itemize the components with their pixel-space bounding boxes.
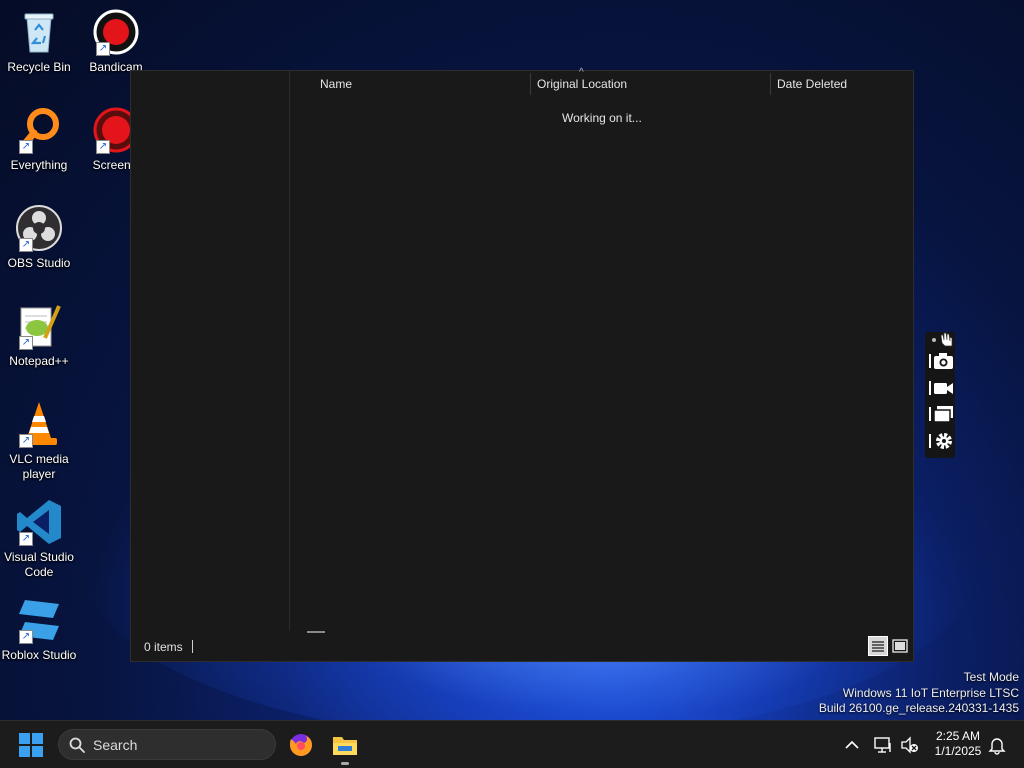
clock-date: 1/1/2025	[934, 744, 982, 758]
shortcut-arrow-icon: ↗	[19, 238, 33, 252]
clock-time: 2:25 AM	[935, 729, 981, 743]
gear-icon	[929, 433, 952, 449]
test-mode-watermark: Test Mode Windows 11 IoT Enterprise LTSC…	[819, 670, 1019, 717]
hand-grab-icon	[932, 332, 953, 347]
obs-studio-icon: ↗	[15, 204, 63, 252]
column-header-name[interactable]: Name	[314, 71, 530, 97]
screenshot-button[interactable]	[928, 350, 954, 372]
bell-icon	[988, 738, 1006, 755]
windows-stack-icon	[929, 406, 953, 423]
watermark-build: Build 26100.ge_release.240331-1435	[818, 701, 1019, 715]
desktop-icon-everything[interactable]: ↗ Everything	[0, 106, 78, 173]
windows-logo-icon	[19, 733, 43, 757]
shortcut-arrow-icon: ↗	[96, 42, 110, 56]
shortcut-arrow-icon: ↗	[19, 140, 33, 154]
column-header-date-deleted[interactable]: Date Deleted	[771, 71, 911, 97]
shortcut-arrow-icon: ↗	[19, 434, 33, 448]
chevron-up-icon	[845, 740, 859, 749]
desktop-icon-roblox-studio[interactable]: ↗ Roblox Studio	[0, 596, 78, 663]
column-headers: ^ Name Original Location Date Deleted	[290, 67, 913, 97]
item-count: 0 items	[144, 640, 183, 654]
camera-icon	[929, 353, 953, 369]
capture-toolbar	[925, 332, 955, 458]
start-button[interactable]	[18, 732, 44, 758]
navigation-pane[interactable]	[131, 71, 290, 631]
desktop-icon-label: Visual Studio Code	[4, 550, 74, 579]
firefox-icon	[290, 734, 312, 756]
watermark-test-mode: Test Mode	[963, 670, 1019, 684]
roblox-studio-icon: ↗	[15, 596, 63, 644]
desktop-icon-vscode[interactable]: ↗ Visual Studio Code	[0, 498, 78, 580]
loading-message: Working on it...	[562, 111, 642, 125]
vlc-cone-icon: ↗	[15, 400, 63, 448]
desktop-icon-notepad-plus-plus[interactable]: ↗ Notepad++	[0, 302, 78, 369]
taskbar-search-box[interactable]: Search	[58, 729, 276, 760]
notifications-button[interactable]	[987, 735, 1007, 755]
video-camera-icon	[929, 381, 953, 395]
bandicam-icon: ↗	[92, 8, 140, 56]
everything-search-icon: ↗	[15, 106, 63, 154]
desktop-icon-vlc[interactable]: ↗ VLC media player	[0, 400, 78, 482]
speaker-muted-icon	[901, 736, 918, 754]
taskbar-file-explorer[interactable]	[332, 732, 358, 758]
search-icon	[69, 737, 85, 753]
recycle-bin-window[interactable]: ^ Name Original Location Date Deleted Wo…	[130, 67, 914, 662]
video-record-button[interactable]	[928, 377, 954, 399]
details-view-button[interactable]	[868, 636, 888, 656]
large-icons-view-button[interactable]	[890, 636, 910, 656]
taskbar-clock[interactable]: 2:25 AM 1/1/2025	[928, 729, 988, 759]
column-header-original-location[interactable]: Original Location	[531, 71, 770, 97]
status-bar: 0 items	[131, 631, 913, 661]
window-capture-button[interactable]	[928, 403, 954, 425]
volume-button[interactable]	[900, 735, 920, 755]
shortcut-arrow-icon: ↗	[19, 532, 33, 546]
desktop-icon-label: Roblox Studio	[1, 648, 77, 662]
recycle-bin-icon	[15, 8, 63, 56]
running-indicator	[341, 762, 349, 765]
folder-icon	[333, 737, 357, 755]
desktop-icon-recycle-bin[interactable]: Recycle Bin	[0, 8, 78, 75]
watermark-edition: Windows 11 IoT Enterprise LTSC	[842, 685, 1019, 700]
desktop-icon-label: Notepad++	[9, 354, 69, 368]
settings-button[interactable]	[928, 430, 954, 452]
network-ethernet-icon	[874, 737, 891, 753]
desktop-icon-label: VLC media player	[9, 452, 69, 481]
desktop-icon-label: OBS Studio	[7, 256, 71, 270]
large-icons-view-icon	[892, 639, 908, 653]
shortcut-arrow-icon: ↗	[96, 140, 110, 154]
desktop-icon-bandicam[interactable]: ↗ Bandicam	[77, 8, 155, 75]
shortcut-arrow-icon: ↗	[19, 336, 33, 350]
toolbar-handle[interactable]	[928, 332, 954, 348]
network-status-button[interactable]	[873, 735, 893, 755]
desktop-icon-label: Recycle Bin	[7, 60, 71, 74]
vscode-icon: ↗	[15, 498, 63, 546]
taskbar-firefox[interactable]	[288, 732, 314, 758]
show-hidden-icons-button[interactable]	[842, 735, 862, 755]
notepad-plus-plus-icon: ↗	[15, 302, 63, 350]
shortcut-arrow-icon: ↗	[19, 630, 33, 644]
status-divider	[192, 640, 193, 653]
taskbar: Search 2:25 AM 1/1/2025	[0, 720, 1024, 768]
desktop-icon-label: Everything	[10, 158, 68, 172]
search-placeholder: Search	[93, 737, 138, 753]
details-view-icon	[872, 641, 884, 652]
desktop-icon-obs-studio[interactable]: ↗ OBS Studio	[0, 204, 78, 271]
